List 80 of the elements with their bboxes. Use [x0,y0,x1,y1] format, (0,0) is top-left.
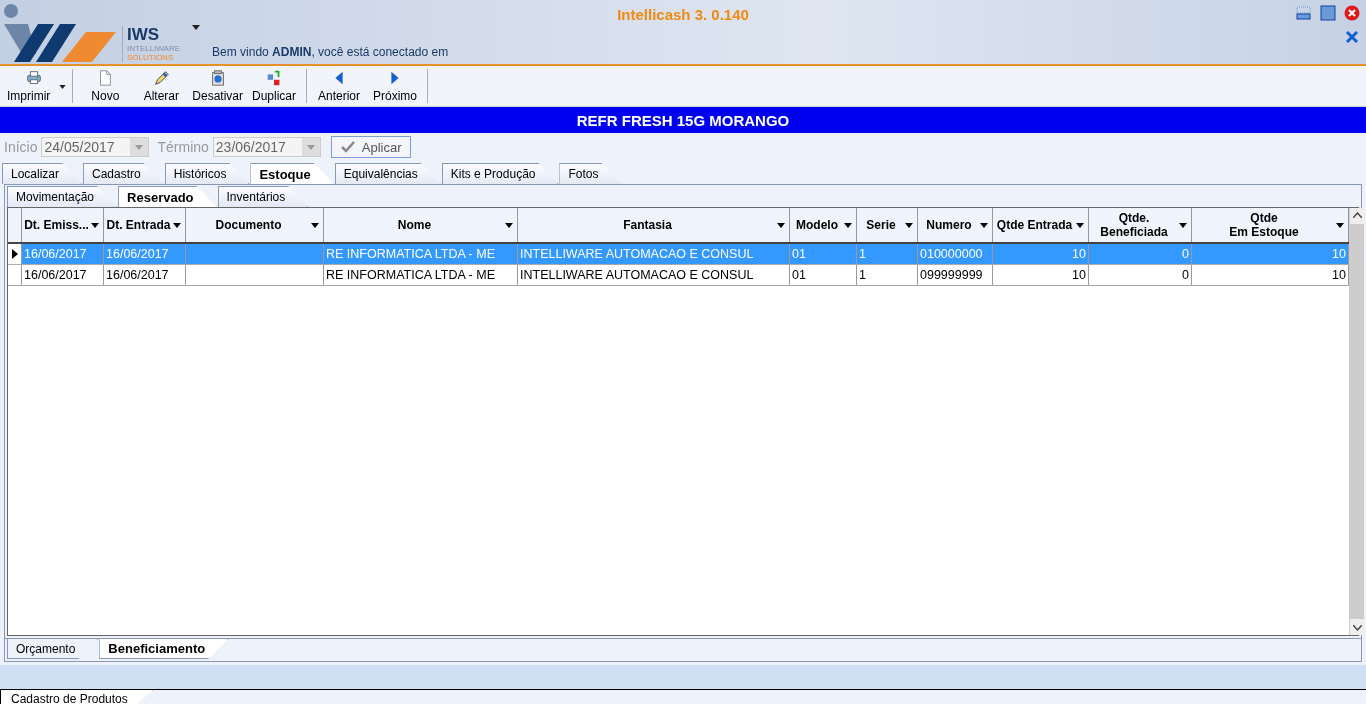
toolbar-button[interactable]: Duplicar [246,69,302,103]
tab[interactable]: Localizar [2,163,83,184]
dropdown-caret-icon[interactable] [980,223,988,228]
dropdown-caret-icon[interactable] [844,223,852,228]
window-title: Intellicash 3. 0.140 [617,6,749,23]
column-header[interactable]: Dt. Entrada [104,208,186,242]
table-cell: 01 [790,244,857,264]
tab[interactable]: Estoque [250,163,334,184]
start-label: Início [4,139,38,155]
dropdown-caret-icon[interactable] [905,223,913,228]
toolbar-button[interactable]: Novo [77,69,134,103]
toolbar-button[interactable]: Anterior [311,69,367,103]
logo-tagline: INTELLIWARE [127,44,181,53]
dropdown-caret-icon[interactable] [91,223,99,228]
welcome-message: Bem vindo ADMIN, você está conectado em [212,45,449,59]
close-icon[interactable] [1344,29,1360,45]
dropdown-caret-icon[interactable] [173,223,181,228]
dropdown-caret-icon[interactable] [59,85,67,89]
table-cell: 10 [993,244,1089,264]
close-icon[interactable] [1344,5,1360,21]
table-cell: 099999999 [918,265,993,285]
toolbar-icon [25,69,43,87]
column-header[interactable]: Qtde Entrada [993,208,1089,242]
record-title-bar: REFR FRESH 15G MORANGO [0,107,1366,133]
tab[interactable]: Beneficiamento [99,639,229,659]
column-header[interactable]: Serie [857,208,918,242]
table-cell: 16/06/2017 [22,244,104,264]
tab[interactable]: Reservado [118,186,217,207]
table-cell: 1 [857,265,918,285]
column-header[interactable]: Qtde. Beneficiada [1089,208,1192,242]
dropdown-caret-icon[interactable] [1076,223,1084,228]
table-cell: 010000000 [918,244,993,264]
table-cell: 10 [993,265,1089,285]
tab[interactable]: Cadastro [83,163,164,184]
column-header[interactable]: Documento [186,208,324,242]
toolbar-icon [152,69,171,87]
logo-name: IWS [127,26,161,44]
window-tab[interactable]: Cadastro de Produtos [0,690,153,704]
toolbar-button[interactable]: Alterar [133,69,190,103]
table-cell: 01 [790,265,857,285]
tab[interactable]: Kits e Produção [441,163,559,184]
table-cell: 0 [1089,265,1192,285]
dropdown-caret-icon[interactable] [1336,223,1344,228]
dropdown-caret-icon[interactable] [777,223,785,228]
tab[interactable]: Inventários [217,186,309,207]
table-cell: INTELLIWARE AUTOMACAO E CONSUL [518,265,790,285]
column-header[interactable]: Numero [918,208,993,242]
table-cell: 16/06/2017 [104,265,186,285]
table-cell: INTELLIWARE AUTOMACAO E CONSUL [518,244,790,264]
tab[interactable]: Orçamento [7,639,99,659]
column-header[interactable]: Dt. Emiss... [22,208,104,242]
logo-tagline: SOLUTIONS [127,53,175,62]
table-cell: RE INFORMATICA LTDA - ME [324,244,518,264]
end-label: Término [157,139,209,155]
scrollbar[interactable] [1349,208,1364,635]
dropdown-caret-icon[interactable] [1179,223,1187,228]
table-cell: 1 [857,244,918,264]
toolbar-button[interactable]: Desativar [189,69,246,103]
tab[interactable]: Movimentação [7,186,118,207]
table-cell: RE INFORMATICA LTDA - ME [324,265,518,285]
dropdown-caret-icon[interactable] [192,25,201,30]
table-cell: 0 [1089,244,1192,264]
column-header[interactable]: Nome [324,208,518,242]
table-cell: 16/06/2017 [22,265,104,285]
tab[interactable]: Históricos [164,163,250,184]
scroll-down-icon[interactable] [1352,625,1362,631]
scroll-up-icon[interactable] [1352,212,1362,218]
toolbar-button[interactable]: Próximo [367,69,423,103]
table-row[interactable]: 16/06/2017 16/06/2017 RE INFORMATICA LTDA - ME INTELLIWARE AUTOMACAO E CONSUL 01 1 099999999 10 0 10 [8,265,1349,286]
column-header[interactable]: Fantasia [518,208,790,242]
tab[interactable]: Equivalências [334,163,441,184]
tab[interactable]: Fotos [559,163,622,184]
column-header[interactable]: Modelo [790,208,857,242]
toolbar-button[interactable]: Imprimir [4,69,69,103]
dropdown-caret-icon[interactable] [311,223,319,228]
minimize-icon[interactable] [1296,5,1312,21]
checkmark-icon [339,140,356,154]
current-row-icon [11,249,18,259]
dropdown-caret-icon[interactable] [505,223,513,228]
table-cell: 16/06/2017 [104,244,186,264]
